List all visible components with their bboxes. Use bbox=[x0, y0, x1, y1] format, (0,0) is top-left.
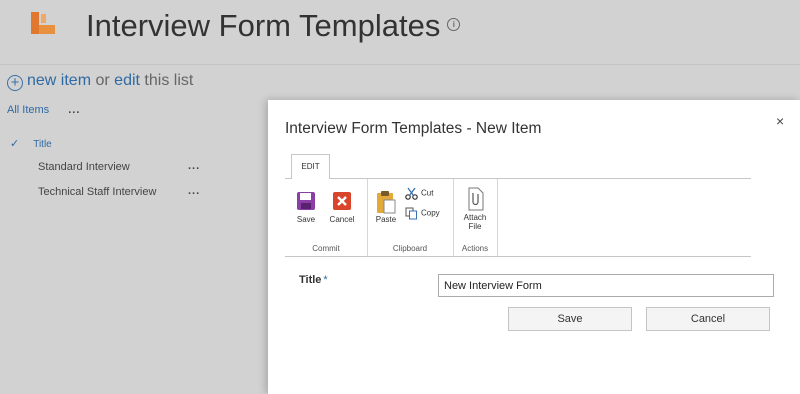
ribbon-paste-label: Paste bbox=[375, 215, 397, 224]
this-list-text: this list bbox=[144, 72, 194, 89]
list-item[interactable]: Standard Interview ... bbox=[38, 160, 199, 173]
view-more-button[interactable]: ... bbox=[68, 104, 80, 116]
ribbon-cut-button[interactable]: Cut bbox=[405, 187, 433, 200]
select-all-check-icon[interactable]: ✓ bbox=[10, 138, 19, 150]
floppy-disk-icon bbox=[297, 192, 315, 210]
cancel-x-icon bbox=[333, 192, 351, 210]
edit-link[interactable]: edit bbox=[114, 72, 140, 89]
new-item-command-bar: + new item or edit this list bbox=[7, 72, 193, 91]
copy-icon bbox=[405, 207, 417, 220]
ribbon-cancel-label: Cancel bbox=[329, 215, 355, 224]
or-text: or bbox=[95, 72, 110, 89]
required-marker: * bbox=[323, 274, 328, 286]
ribbon-cut-label: Cut bbox=[421, 188, 434, 198]
ribbon-save-button[interactable]: Save bbox=[293, 191, 319, 224]
ribbon-attach-file-button[interactable]: Attach File bbox=[457, 187, 493, 231]
tab-edit[interactable]: EDIT bbox=[291, 154, 330, 179]
list-column-header: ✓ Title bbox=[10, 137, 52, 150]
new-item-dialog: Interview Form Templates - New Item × ED… bbox=[268, 100, 800, 394]
list-item-title[interactable]: Technical Staff Interview bbox=[38, 186, 156, 198]
ribbon-group-clipboard: Paste Cut Copy Clipboard bbox=[367, 179, 454, 256]
view-all-items[interactable]: All Items bbox=[7, 104, 49, 116]
list-item-more-button[interactable]: ... bbox=[188, 185, 200, 197]
ribbon-attach-label-line1: Attach bbox=[463, 213, 487, 222]
page-title: Interview Form Templates i bbox=[86, 8, 461, 44]
ribbon-group-commit: Save Cancel Commit bbox=[285, 179, 368, 256]
info-icon[interactable]: i bbox=[447, 18, 461, 32]
new-item-link[interactable]: new item bbox=[27, 72, 91, 89]
add-icon[interactable]: + bbox=[7, 75, 23, 91]
ribbon-copy-label: Copy bbox=[421, 208, 440, 218]
attach-paperclip-icon bbox=[468, 187, 484, 211]
list-item[interactable]: Technical Staff Interview ... bbox=[38, 185, 199, 198]
title-field-label-text: Title bbox=[299, 274, 322, 286]
close-icon[interactable]: × bbox=[776, 113, 784, 129]
list-item-more-button[interactable]: ... bbox=[188, 160, 200, 172]
ribbon-copy-button[interactable]: Copy bbox=[405, 207, 440, 220]
scissors-icon bbox=[405, 187, 418, 200]
ribbon-save-label: Save bbox=[296, 215, 316, 224]
column-title-header[interactable]: Title bbox=[33, 139, 52, 150]
paste-clipboard-icon bbox=[377, 191, 396, 214]
ribbon-group-actions: Attach File Actions bbox=[453, 179, 498, 256]
ribbon-cancel-button[interactable]: Cancel bbox=[325, 191, 359, 224]
ribbon-paste-button[interactable]: Paste bbox=[373, 189, 399, 224]
site-logo-icon bbox=[31, 12, 55, 34]
group-label-actions: Actions bbox=[461, 244, 489, 253]
title-input[interactable] bbox=[438, 274, 774, 297]
save-button[interactable]: Save bbox=[508, 307, 632, 331]
ribbon: Save Cancel Commit Paste Cut Copy Clipbo… bbox=[285, 178, 751, 257]
group-label-clipboard: Clipboard bbox=[392, 244, 428, 253]
dialog-title: Interview Form Templates - New Item bbox=[285, 120, 542, 137]
site-header: Interview Form Templates i bbox=[0, 0, 800, 65]
view-selector: All Items ... bbox=[7, 104, 80, 116]
list-item-title[interactable]: Standard Interview bbox=[38, 161, 130, 173]
page-title-text: Interview Form Templates bbox=[86, 8, 441, 43]
group-label-commit: Commit bbox=[312, 244, 340, 253]
title-field-label: Title * bbox=[299, 274, 328, 286]
ribbon-attach-label-line2: File bbox=[468, 222, 482, 231]
cancel-button[interactable]: Cancel bbox=[646, 307, 770, 331]
